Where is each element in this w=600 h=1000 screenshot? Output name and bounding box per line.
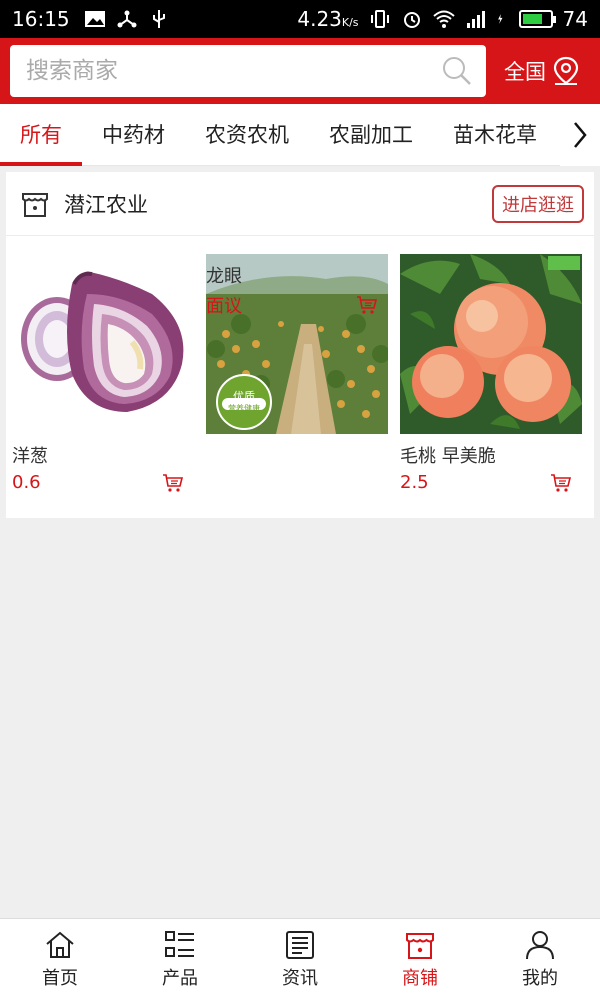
shop-header: 潜江农业 进店逛逛	[6, 172, 594, 236]
location-pin-icon	[553, 56, 579, 85]
product-name[interactable]: 洋葱	[12, 442, 194, 468]
product-card[interactable]: 毛桃 早美脆 2.5	[400, 254, 582, 493]
add-to-cart-icon[interactable]	[550, 473, 572, 493]
category-tabs: 所有 中药材 农资农机 农副加工 苗木花草	[0, 104, 600, 166]
region-label: 全国	[504, 60, 546, 84]
nav-products[interactable]: 产品	[120, 919, 240, 1000]
vibrate-icon	[370, 10, 389, 28]
shop-icon	[22, 192, 48, 217]
product-price: 2.5	[400, 472, 429, 493]
product-image-onion[interactable]	[12, 254, 194, 434]
list-icon	[165, 930, 194, 957]
add-to-cart-icon[interactable]	[356, 295, 378, 315]
image-icon	[84, 11, 105, 27]
product-card[interactable]: 优质 营养健康 龙眼 面议	[206, 254, 388, 493]
tab-agri-machinery[interactable]: 农资农机	[185, 104, 309, 166]
news-icon	[286, 930, 314, 959]
nav-home[interactable]: 首页	[0, 919, 120, 1000]
nav-store[interactable]: 商铺	[360, 919, 480, 1000]
signal-icon	[466, 11, 485, 28]
tab-chinese-medicine[interactable]: 中药材	[82, 104, 185, 166]
search-input[interactable]	[26, 58, 442, 84]
wifi-icon	[432, 10, 455, 28]
header: 全国	[0, 38, 600, 104]
battery-icon	[518, 10, 556, 28]
home-icon	[46, 931, 74, 958]
nav-mine[interactable]: 我的	[480, 919, 600, 1000]
chevron-right-icon	[574, 122, 587, 148]
product-price: 面议	[206, 296, 242, 317]
tab-all[interactable]: 所有	[0, 104, 82, 166]
search-box[interactable]	[10, 45, 486, 97]
search-icon[interactable]	[442, 56, 472, 86]
tab-agri-processing[interactable]: 农副加工	[309, 104, 433, 166]
product-card[interactable]: 洋葱 0.6	[12, 254, 194, 493]
alarm-icon	[403, 12, 420, 28]
visit-shop-button[interactable]: 进店逛逛	[492, 184, 584, 223]
product-list: 洋葱 0.6 优质 营养健康 龙眼 面议 毛桃 早美脆 2.5	[6, 236, 594, 493]
region-selector[interactable]: 全国	[504, 56, 580, 86]
tabs-scroll-right[interactable]	[560, 104, 600, 166]
nav-news-label: 资讯	[282, 967, 318, 989]
store-icon	[406, 932, 434, 959]
product-name[interactable]: 毛桃 早美脆	[400, 442, 582, 468]
tab-seedlings[interactable]: 苗木花草	[433, 104, 557, 166]
product-price: 0.6	[12, 472, 41, 493]
nav-mine-label: 我的	[522, 967, 558, 989]
usb-icon	[152, 10, 165, 28]
nav-products-label: 产品	[162, 967, 198, 989]
network-speed: 4.23K/s	[297, 7, 359, 31]
battery-level: 74	[562, 7, 588, 31]
status-time: 16:15	[12, 7, 70, 31]
nav-store-label: 商铺	[402, 967, 438, 989]
bottom-nav: 首页 产品 资讯 商铺 我的	[0, 918, 600, 1000]
product-image-peaches[interactable]	[400, 254, 582, 434]
nav-home-label: 首页	[42, 967, 78, 989]
add-to-cart-icon[interactable]	[162, 473, 184, 493]
shop-name: 潜江农业	[64, 192, 148, 217]
charging-icon	[497, 14, 503, 24]
nav-news[interactable]: 资讯	[240, 919, 360, 1000]
status-bar: 16:15 4.23K/s 74	[0, 0, 600, 38]
share-icon	[117, 10, 137, 28]
shop-card: 潜江农业 进店逛逛 洋葱 0.6 优质 营养健康 龙眼 面议 毛桃 早美脆 2.…	[6, 172, 594, 518]
user-icon	[526, 930, 554, 959]
